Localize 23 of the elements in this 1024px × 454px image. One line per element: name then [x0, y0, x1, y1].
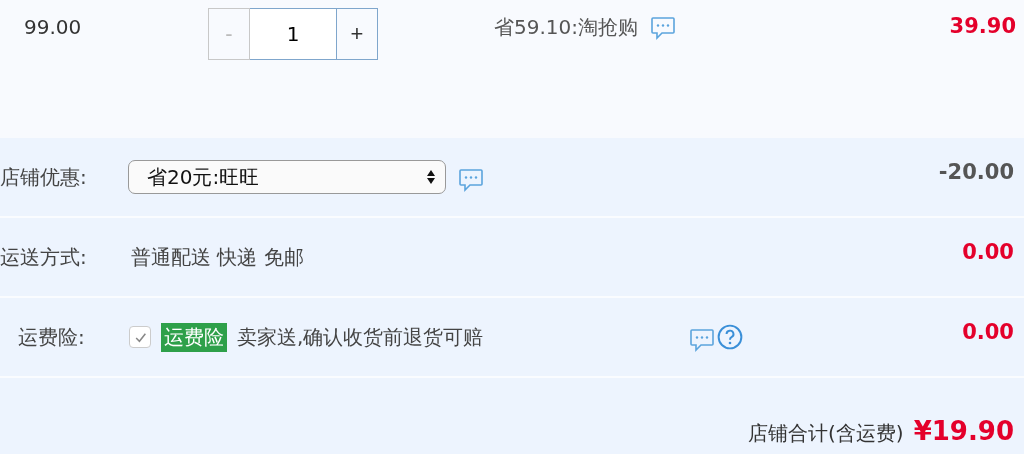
- row-amount: 0.00: [962, 320, 1014, 344]
- row-label: 运送方式:: [0, 243, 88, 271]
- total-label: 店铺合计(含运费): [748, 420, 904, 447]
- increment-button[interactable]: +: [336, 8, 378, 60]
- quantity-field[interactable]: 1: [250, 8, 336, 60]
- row-label: 店铺优惠:: [0, 163, 88, 191]
- chat-icon[interactable]: [458, 168, 484, 192]
- discount-select[interactable]: 省20元:旺旺: [128, 160, 446, 194]
- row-label: 运费险:: [17, 323, 86, 351]
- dropdown-arrows-icon: [426, 169, 436, 185]
- unit-price: 99.00: [24, 15, 83, 39]
- chat-icon[interactable]: [650, 16, 676, 40]
- row-amount: 0.00: [962, 240, 1014, 264]
- shipping-method: 普通配送 快递 免邮: [131, 243, 304, 271]
- promotion-text: 省59.10:淘抢购: [494, 14, 638, 41]
- help-icon[interactable]: [717, 324, 743, 350]
- insurance-text: 卖家送,确认收货前退货可赔: [237, 323, 485, 351]
- row-amount: -20.00: [938, 160, 1014, 184]
- checkbox[interactable]: [129, 326, 151, 348]
- total-amount: ¥19.90: [913, 416, 1014, 446]
- chat-icon[interactable]: [689, 328, 715, 352]
- subtotal-price: 39.90: [949, 14, 1016, 38]
- insurance-tag: 运费险: [161, 322, 227, 352]
